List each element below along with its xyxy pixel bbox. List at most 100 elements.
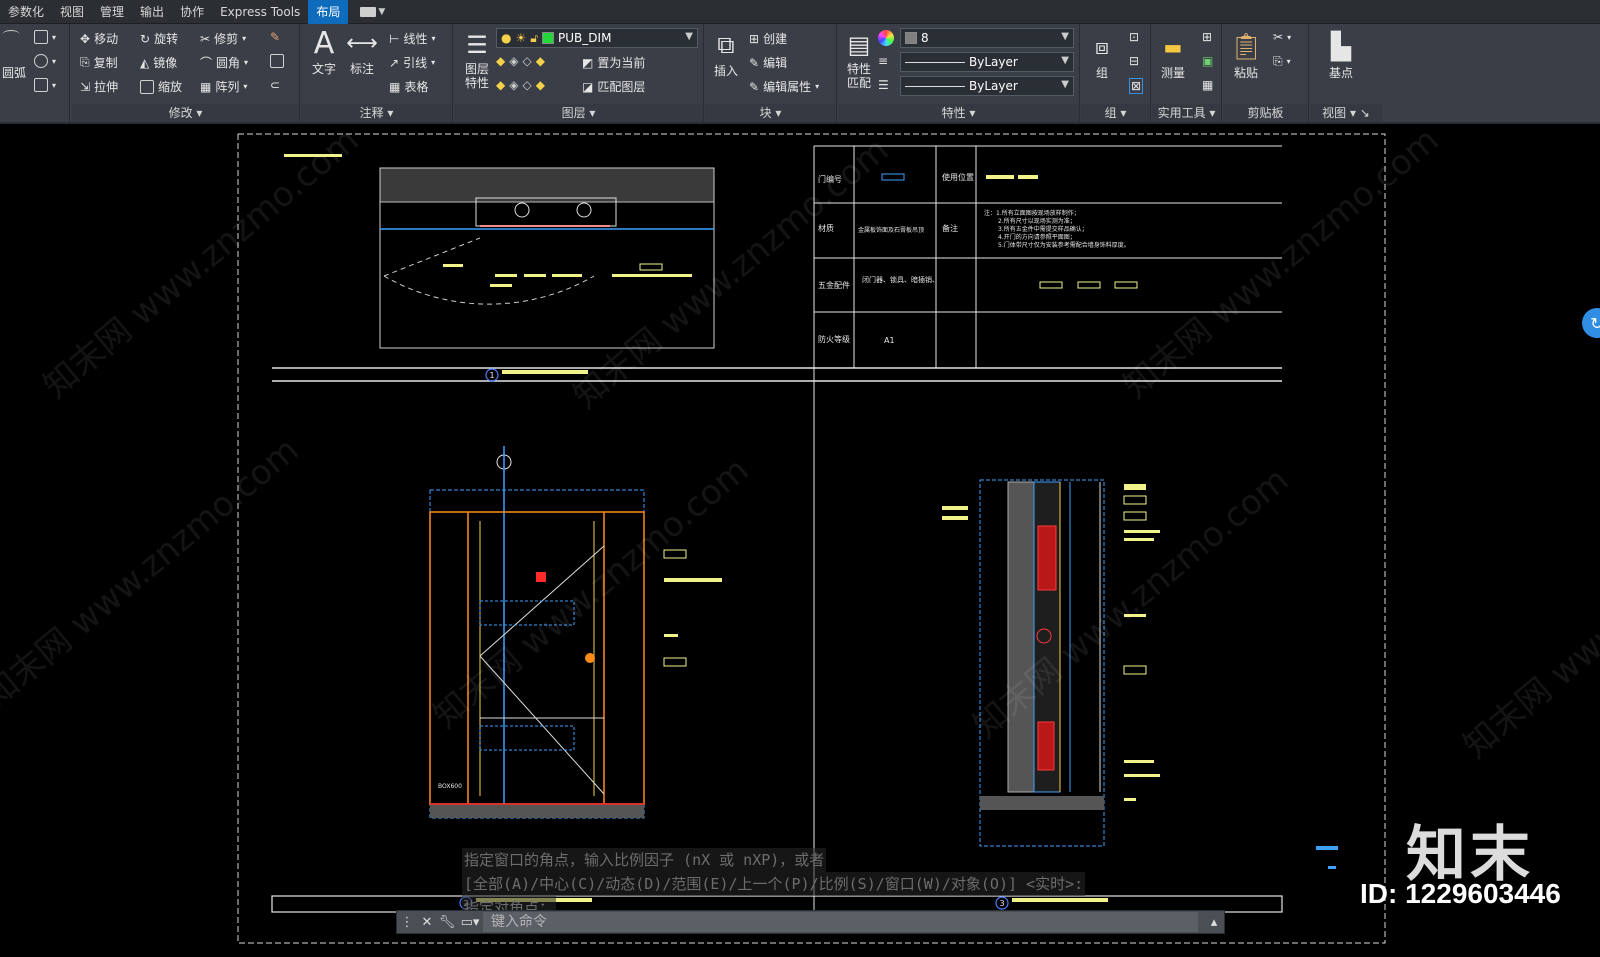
measure-button[interactable]: ▬ 测量	[1156, 30, 1190, 81]
command-recent-icon[interactable]: ▭▾	[457, 915, 483, 930]
copy-clip-button[interactable]: ⎘ ▾	[1273, 54, 1291, 69]
copy-button[interactable]: ⎘ 复制	[80, 54, 118, 71]
insert-button[interactable]: ⧉ 插入	[709, 28, 743, 79]
layer-tools-row2[interactable]: ◆ ◈ ◇ ◆	[496, 78, 545, 92]
offset-button[interactable]: ⊂	[270, 78, 280, 92]
table-button[interactable]: ▦ 表格	[389, 78, 428, 95]
array-icon: ▦	[200, 79, 212, 94]
move-button[interactable]: ✥ 移动	[80, 30, 118, 47]
close-icon[interactable]: ✕	[417, 915, 437, 930]
linetype-dropdown[interactable]: ByLayer ▼	[900, 52, 1074, 72]
arc-tool[interactable]	[2, 30, 20, 40]
layer-unlock-icon: ◆	[535, 78, 545, 92]
block-panel-title[interactable]: 块 ▾	[705, 104, 836, 122]
match-layer-button[interactable]: ◪ 匹配图层	[582, 78, 645, 95]
layers-panel: ☰ 图层特性 ● ☀ 🔓︎ PUB_DIM ▼ ◆ ◈ ◇ ◆ ◩ 置为当前 ◆ ◈ ◇ ◆ ◪…	[454, 24, 704, 124]
group-button[interactable]: ⧈ 组	[1085, 30, 1119, 81]
bulb-icon: ●	[501, 31, 512, 45]
color-dropdown[interactable]: 8 ▼	[900, 28, 1074, 48]
group-edit-icon: ⊟	[1129, 54, 1140, 68]
match-properties-button[interactable]: ▤ 特性匹配	[842, 28, 876, 90]
calculator-button[interactable]: ▦	[1202, 78, 1213, 92]
layer-tools-row1[interactable]: ◆ ◈ ◇ ◆	[496, 54, 545, 68]
select-all-button[interactable]: ▣	[1202, 54, 1213, 68]
layer-isolate-icon: ◆	[496, 54, 506, 68]
layers-panel-title[interactable]: 图层 ▾	[454, 104, 703, 122]
grip-icon[interactable]: ⋮	[397, 915, 417, 930]
rectangle-tool[interactable]: ▾	[34, 30, 56, 44]
scale-button[interactable]: 缩放	[140, 78, 182, 95]
command-history-line: 指定窗口的角点，输入比例因子 (nX 或 nXP)，或者	[462, 848, 827, 872]
tab-collaborate[interactable]: 协作	[172, 0, 212, 24]
command-input[interactable]	[483, 912, 1198, 932]
linear-label: 线性	[403, 32, 428, 46]
utilities-panel-title[interactable]: 实用工具 ▾	[1152, 104, 1221, 122]
tab-view[interactable]: 视图	[52, 0, 92, 24]
chevron-up-icon[interactable]: ▴	[1204, 915, 1224, 930]
text-button[interactable]: A 文字	[307, 26, 341, 77]
layer-properties-button[interactable]: ☰ 图层特性	[460, 28, 494, 90]
fillet-button[interactable]: ⌒ 圆角 ▾	[200, 54, 248, 71]
quick-select-button[interactable]: ⊞	[1202, 30, 1212, 44]
stretch-button[interactable]: ⇲ 拉伸	[80, 78, 118, 95]
leader-button[interactable]: ↗ 引线 ▾	[389, 54, 435, 71]
drawing-canvas[interactable]: 1 门编号 使用位置 材质 金属板饰面及石膏板吊顶 备注 注：1.所有立面图按现…	[0, 120, 1600, 957]
properties-panel-title[interactable]: 特性 ▾	[838, 104, 1079, 122]
color-swatch	[905, 32, 917, 44]
tab-parametric[interactable]: 参数化	[0, 0, 52, 24]
set-current-button[interactable]: ◩ 置为当前	[582, 54, 645, 71]
hardware-label: 五金配件	[818, 280, 850, 290]
modify-panel-title[interactable]: 修改 ▾	[72, 104, 299, 122]
paste-button[interactable]: 📋︎ 粘贴	[1229, 30, 1263, 81]
set-current-icon: ◩	[582, 55, 594, 70]
scale-icon	[140, 79, 154, 94]
dimension-button[interactable]: ⟷ 标注	[345, 26, 379, 77]
chevron-down-icon: ▾	[52, 32, 57, 42]
linear-button[interactable]: ⊢ 线性 ▾	[389, 30, 435, 47]
group-select-button[interactable]: ⊠	[1129, 78, 1144, 94]
wrench-icon[interactable]: 🔧︎	[437, 915, 457, 930]
array-button[interactable]: ▦ 阵列 ▾	[200, 78, 247, 95]
arc-icon	[2, 30, 20, 40]
ellipse-tool[interactable]: ▾	[34, 54, 56, 68]
paste-icon: 📋︎	[1229, 32, 1263, 62]
dimension-icon: ⟷	[346, 30, 378, 56]
ellipse-icon	[34, 54, 48, 68]
cut-button[interactable]: ✂ ▾	[1273, 30, 1291, 44]
annotation-panel-title[interactable]: 注释 ▾	[301, 104, 452, 122]
group-edit-button[interactable]: ⊟	[1129, 54, 1139, 68]
trim-button[interactable]: ✂ 修剪 ▾	[200, 30, 246, 47]
base-point-button[interactable]: ▙ 基点	[1324, 30, 1358, 81]
chevron-down-icon: ▼	[685, 31, 693, 42]
rotate-button[interactable]: ↻ 旋转	[140, 30, 178, 47]
groups-panel-title[interactable]: 组 ▾	[1081, 104, 1150, 122]
layer-dropdown[interactable]: ● ☀ 🔓︎ PUB_DIM ▼	[496, 28, 698, 48]
create-block-button[interactable]: ⊞ 创建	[749, 30, 787, 47]
rectangle-icon	[34, 30, 48, 44]
mirror-button[interactable]: ◭ 镜像	[140, 54, 177, 71]
note-line-5: 5.门体带尺寸仅为安装参考需配合墙身饰料厚度。	[998, 241, 1130, 249]
sheet-border	[237, 133, 1386, 944]
tab-express-tools[interactable]: Express Tools	[212, 0, 308, 24]
edit-block-button[interactable]: ✎ 编辑	[749, 54, 787, 71]
leader-label: 引线	[403, 56, 428, 70]
tab-manage[interactable]: 管理	[92, 0, 132, 24]
lineweight-dropdown[interactable]: ByLayer ▼	[900, 76, 1074, 96]
hardware-value: 闭门器、锁具、暗插销、	[862, 275, 939, 284]
explode-button[interactable]	[270, 54, 284, 68]
clipboard-panel-title[interactable]: 剪贴板	[1223, 104, 1308, 122]
clipboard-panel: 📋︎ 粘贴 ✂ ▾ ⎘ ▾ 剪贴板	[1223, 24, 1309, 124]
chevron-down-icon: ▼	[1061, 55, 1069, 66]
ungroup-button[interactable]: ⊡	[1129, 30, 1139, 44]
hatch-tool[interactable]: ▾	[34, 78, 56, 92]
groups-panel: ⧈ 组 ⊡ ⊟ ⊠ 组 ▾	[1081, 24, 1151, 124]
view-panel-title[interactable]: 视图 ▾ ↘	[1310, 104, 1382, 122]
tab-layout[interactable]: 布局	[308, 0, 349, 24]
edit-attributes-button[interactable]: ✎ 编辑属性 ▾	[749, 78, 819, 95]
block-panel: ⧉ 插入 ⊞ 创建 ✎ 编辑 ✎ 编辑属性 ▾ 块 ▾	[705, 24, 837, 124]
workspace-toggle[interactable]: ▼	[360, 6, 385, 17]
dim-box: BOX600	[438, 783, 462, 790]
chevron-down-icon: ▾	[244, 58, 249, 67]
tab-output[interactable]: 输出	[132, 0, 172, 24]
erase-button[interactable]: ✎	[270, 30, 280, 44]
